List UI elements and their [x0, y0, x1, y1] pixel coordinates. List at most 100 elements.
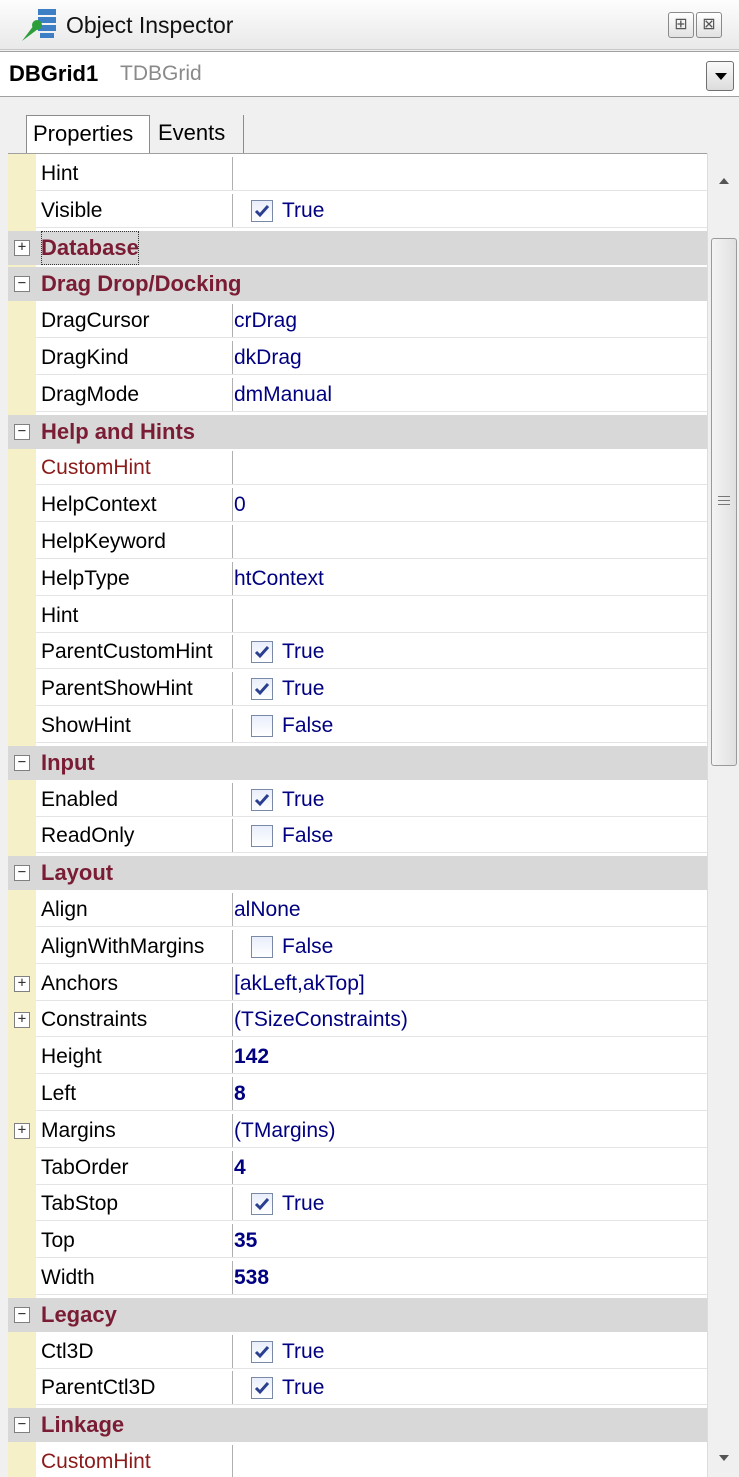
- property-value[interactable]: 35: [234, 1224, 257, 1258]
- object-inspector-icon: [22, 9, 56, 41]
- category-help-and-hints[interactable]: − Help and Hints: [8, 414, 707, 449]
- property-value[interactable]: True: [282, 1371, 324, 1405]
- checkbox-checked[interactable]: [251, 641, 273, 664]
- row-divider: [36, 1073, 707, 1075]
- component-selector[interactable]: DBGrid1 TDBGrid: [0, 51, 739, 97]
- property-row[interactable]: Top 35: [8, 1224, 707, 1259]
- checkbox-unchecked[interactable]: [251, 825, 273, 848]
- property-row[interactable]: Width 538: [8, 1261, 707, 1295]
- property-row[interactable]: Hint: [8, 598, 707, 633]
- property-row[interactable]: Visible True: [8, 193, 707, 228]
- property-name: Anchors: [41, 966, 233, 1001]
- property-value[interactable]: alNone: [234, 893, 301, 927]
- property-value[interactable]: False: [282, 819, 333, 853]
- scroll-thumb[interactable]: [711, 238, 737, 766]
- property-value[interactable]: (TSizeConstraints): [234, 1003, 408, 1037]
- expand-icon[interactable]: +: [14, 975, 30, 992]
- property-row[interactable]: + Margins (TMargins): [8, 1113, 707, 1148]
- property-row[interactable]: ParentShowHint True: [8, 672, 707, 707]
- category-layout[interactable]: − Layout: [8, 856, 707, 891]
- property-row[interactable]: TabOrder 4: [8, 1150, 707, 1185]
- component-type: TDBGrid: [120, 62, 202, 85]
- property-name: TabOrder: [41, 1150, 233, 1185]
- property-row[interactable]: ShowHint False: [8, 709, 707, 743]
- property-row[interactable]: ParentCustomHint True: [8, 635, 707, 670]
- property-row[interactable]: Hint: [8, 157, 707, 191]
- scroll-down-icon[interactable]: [714, 1448, 734, 1468]
- property-row[interactable]: CustomHint: [8, 1445, 707, 1477]
- category-database[interactable]: + Database: [8, 230, 707, 265]
- property-row[interactable]: + Anchors [akLeft,akTop]: [8, 966, 707, 1001]
- property-row[interactable]: DragMode dmManual: [8, 377, 707, 412]
- close-icon: ⊠: [702, 16, 716, 33]
- property-row[interactable]: ReadOnly False: [8, 819, 707, 854]
- property-row[interactable]: HelpType htContext: [8, 561, 707, 596]
- collapse-icon[interactable]: −: [14, 1306, 30, 1323]
- property-value[interactable]: crDrag: [234, 304, 297, 338]
- collapse-icon[interactable]: −: [14, 865, 30, 882]
- property-value[interactable]: False: [282, 930, 333, 964]
- category-legacy[interactable]: − Legacy: [8, 1297, 707, 1332]
- pin-button[interactable]: ⊞: [668, 12, 694, 38]
- property-value[interactable]: [akLeft,akTop]: [234, 967, 365, 1001]
- property-row[interactable]: ParentCtl3D True: [8, 1371, 707, 1406]
- property-row[interactable]: DragCursor crDrag: [8, 304, 707, 339]
- checkbox-checked[interactable]: [251, 1377, 273, 1400]
- property-row[interactable]: TabStop True: [8, 1187, 707, 1222]
- checkbox-unchecked[interactable]: [251, 935, 273, 958]
- tab-properties[interactable]: Properties: [26, 115, 150, 153]
- collapse-icon[interactable]: −: [14, 276, 30, 293]
- collapse-icon[interactable]: −: [14, 423, 30, 440]
- collapse-icon[interactable]: −: [14, 1417, 30, 1434]
- property-value[interactable]: True: [282, 1187, 324, 1221]
- tab-events[interactable]: Events: [152, 115, 244, 153]
- expand-icon[interactable]: +: [14, 1122, 30, 1139]
- property-name: DragCursor: [41, 304, 233, 339]
- scroll-up-icon[interactable]: [714, 171, 734, 191]
- property-name: ParentCustomHint: [41, 635, 233, 670]
- property-value[interactable]: True: [282, 1335, 324, 1369]
- component-dropdown-button[interactable]: [706, 61, 734, 91]
- property-value[interactable]: True: [282, 783, 324, 817]
- checkbox-checked[interactable]: [251, 788, 273, 811]
- property-value[interactable]: (TMargins): [234, 1114, 336, 1148]
- property-name: ShowHint: [41, 709, 233, 743]
- property-row[interactable]: HelpContext 0: [8, 488, 707, 523]
- row-divider: [36, 1294, 707, 1295]
- checkbox-checked[interactable]: [251, 1340, 273, 1363]
- property-row[interactable]: Ctl3D True: [8, 1334, 707, 1369]
- property-value[interactable]: 142: [234, 1040, 269, 1074]
- property-row[interactable]: HelpKeyword: [8, 525, 707, 559]
- property-value[interactable]: dmManual: [234, 378, 332, 412]
- property-value[interactable]: dkDrag: [234, 341, 302, 375]
- expand-icon[interactable]: +: [14, 1012, 30, 1029]
- collapse-icon[interactable]: −: [14, 754, 30, 771]
- property-row[interactable]: Enabled True: [8, 782, 707, 817]
- checkbox-unchecked[interactable]: [251, 715, 273, 737]
- expand-icon[interactable]: +: [14, 239, 30, 256]
- property-row[interactable]: + Constraints (TSizeConstraints): [8, 1003, 707, 1038]
- property-row[interactable]: CustomHint: [8, 451, 707, 486]
- property-value[interactable]: True: [282, 635, 324, 669]
- property-row[interactable]: DragKind dkDrag: [8, 341, 707, 375]
- property-row[interactable]: Height 142: [8, 1040, 707, 1075]
- property-value[interactable]: 8: [234, 1077, 246, 1111]
- checkbox-checked[interactable]: [251, 678, 273, 701]
- property-value[interactable]: True: [282, 672, 324, 706]
- category-input[interactable]: − Input: [8, 745, 707, 780]
- property-value[interactable]: 538: [234, 1261, 269, 1295]
- property-value[interactable]: 4: [234, 1151, 246, 1185]
- property-value[interactable]: False: [282, 709, 333, 743]
- property-row[interactable]: Left 8: [8, 1077, 707, 1111]
- vertical-scrollbar[interactable]: [707, 153, 739, 1477]
- checkbox-checked[interactable]: [251, 199, 273, 222]
- category-drag-drop-docking[interactable]: − Drag Drop/Docking: [8, 267, 707, 302]
- close-button[interactable]: ⊠: [696, 12, 722, 38]
- property-value[interactable]: True: [282, 194, 324, 228]
- property-row[interactable]: Align alNone: [8, 893, 707, 927]
- checkbox-checked[interactable]: [251, 1193, 273, 1216]
- property-value[interactable]: htContext: [234, 562, 324, 596]
- property-value[interactable]: 0: [234, 488, 246, 522]
- category-linkage[interactable]: − Linkage: [8, 1408, 707, 1443]
- property-row[interactable]: AlignWithMargins False: [8, 929, 707, 964]
